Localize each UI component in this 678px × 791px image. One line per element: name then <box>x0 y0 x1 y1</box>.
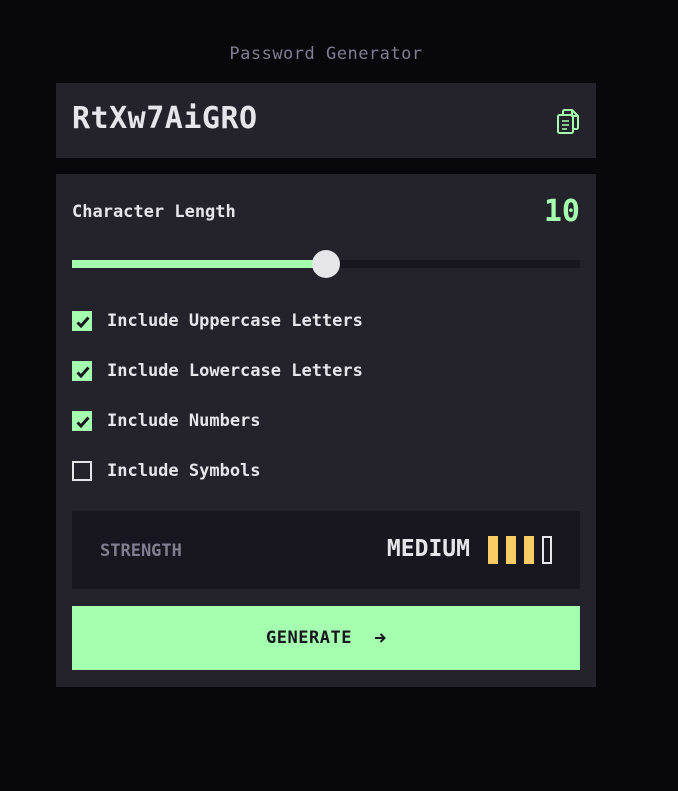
lowercase-checkbox[interactable] <box>72 361 92 381</box>
symbols-checkbox[interactable] <box>72 461 92 481</box>
uppercase-checkbox[interactable] <box>72 311 92 331</box>
slider-thumb[interactable] <box>312 250 340 278</box>
password-text: RtXw7AiGRO <box>72 101 258 136</box>
option-label: Include Lowercase Letters <box>107 361 363 381</box>
strength-label: STRENGTH <box>100 541 182 561</box>
character-length-value: 10 <box>543 194 580 229</box>
option-label: Include Numbers <box>107 411 261 431</box>
page-title: Password Generator <box>229 44 423 64</box>
check-icon <box>76 366 90 378</box>
length-slider[interactable] <box>72 250 580 278</box>
strength-value: MEDIUM <box>386 536 470 562</box>
strength-meter: STRENGTH MEDIUM <box>72 511 580 589</box>
copy-icon[interactable] <box>556 109 580 134</box>
copy-icon-graphic <box>557 109 579 134</box>
option-label: Include Symbols <box>107 461 261 481</box>
strength-bars <box>480 536 552 564</box>
option-numbers[interactable]: Include Numbers <box>72 411 261 431</box>
generate-button[interactable]: GENERATE <box>72 606 580 670</box>
option-symbols[interactable]: Include Symbols <box>72 461 261 481</box>
option-label: Include Uppercase Letters <box>107 311 363 331</box>
generate-label: GENERATE <box>266 628 352 648</box>
option-lowercase[interactable]: Include Lowercase Letters <box>72 361 363 381</box>
password-display: RtXw7AiGRO <box>56 83 596 158</box>
strength-bar <box>488 536 498 564</box>
numbers-checkbox[interactable] <box>72 411 92 431</box>
check-icon <box>76 416 90 428</box>
settings-panel: Character Length 10 Include Uppercase Le… <box>56 174 596 687</box>
check-icon <box>76 316 90 328</box>
character-length-label: Character Length <box>72 202 236 222</box>
option-uppercase[interactable]: Include Uppercase Letters <box>72 311 363 331</box>
slider-fill <box>72 260 326 268</box>
strength-bar <box>542 536 552 564</box>
strength-bar <box>524 536 534 564</box>
password-generator-app: Password Generator RtXw7AiGRO Character … <box>0 0 678 791</box>
strength-bar <box>506 536 516 564</box>
arrow-right-icon <box>374 632 386 644</box>
